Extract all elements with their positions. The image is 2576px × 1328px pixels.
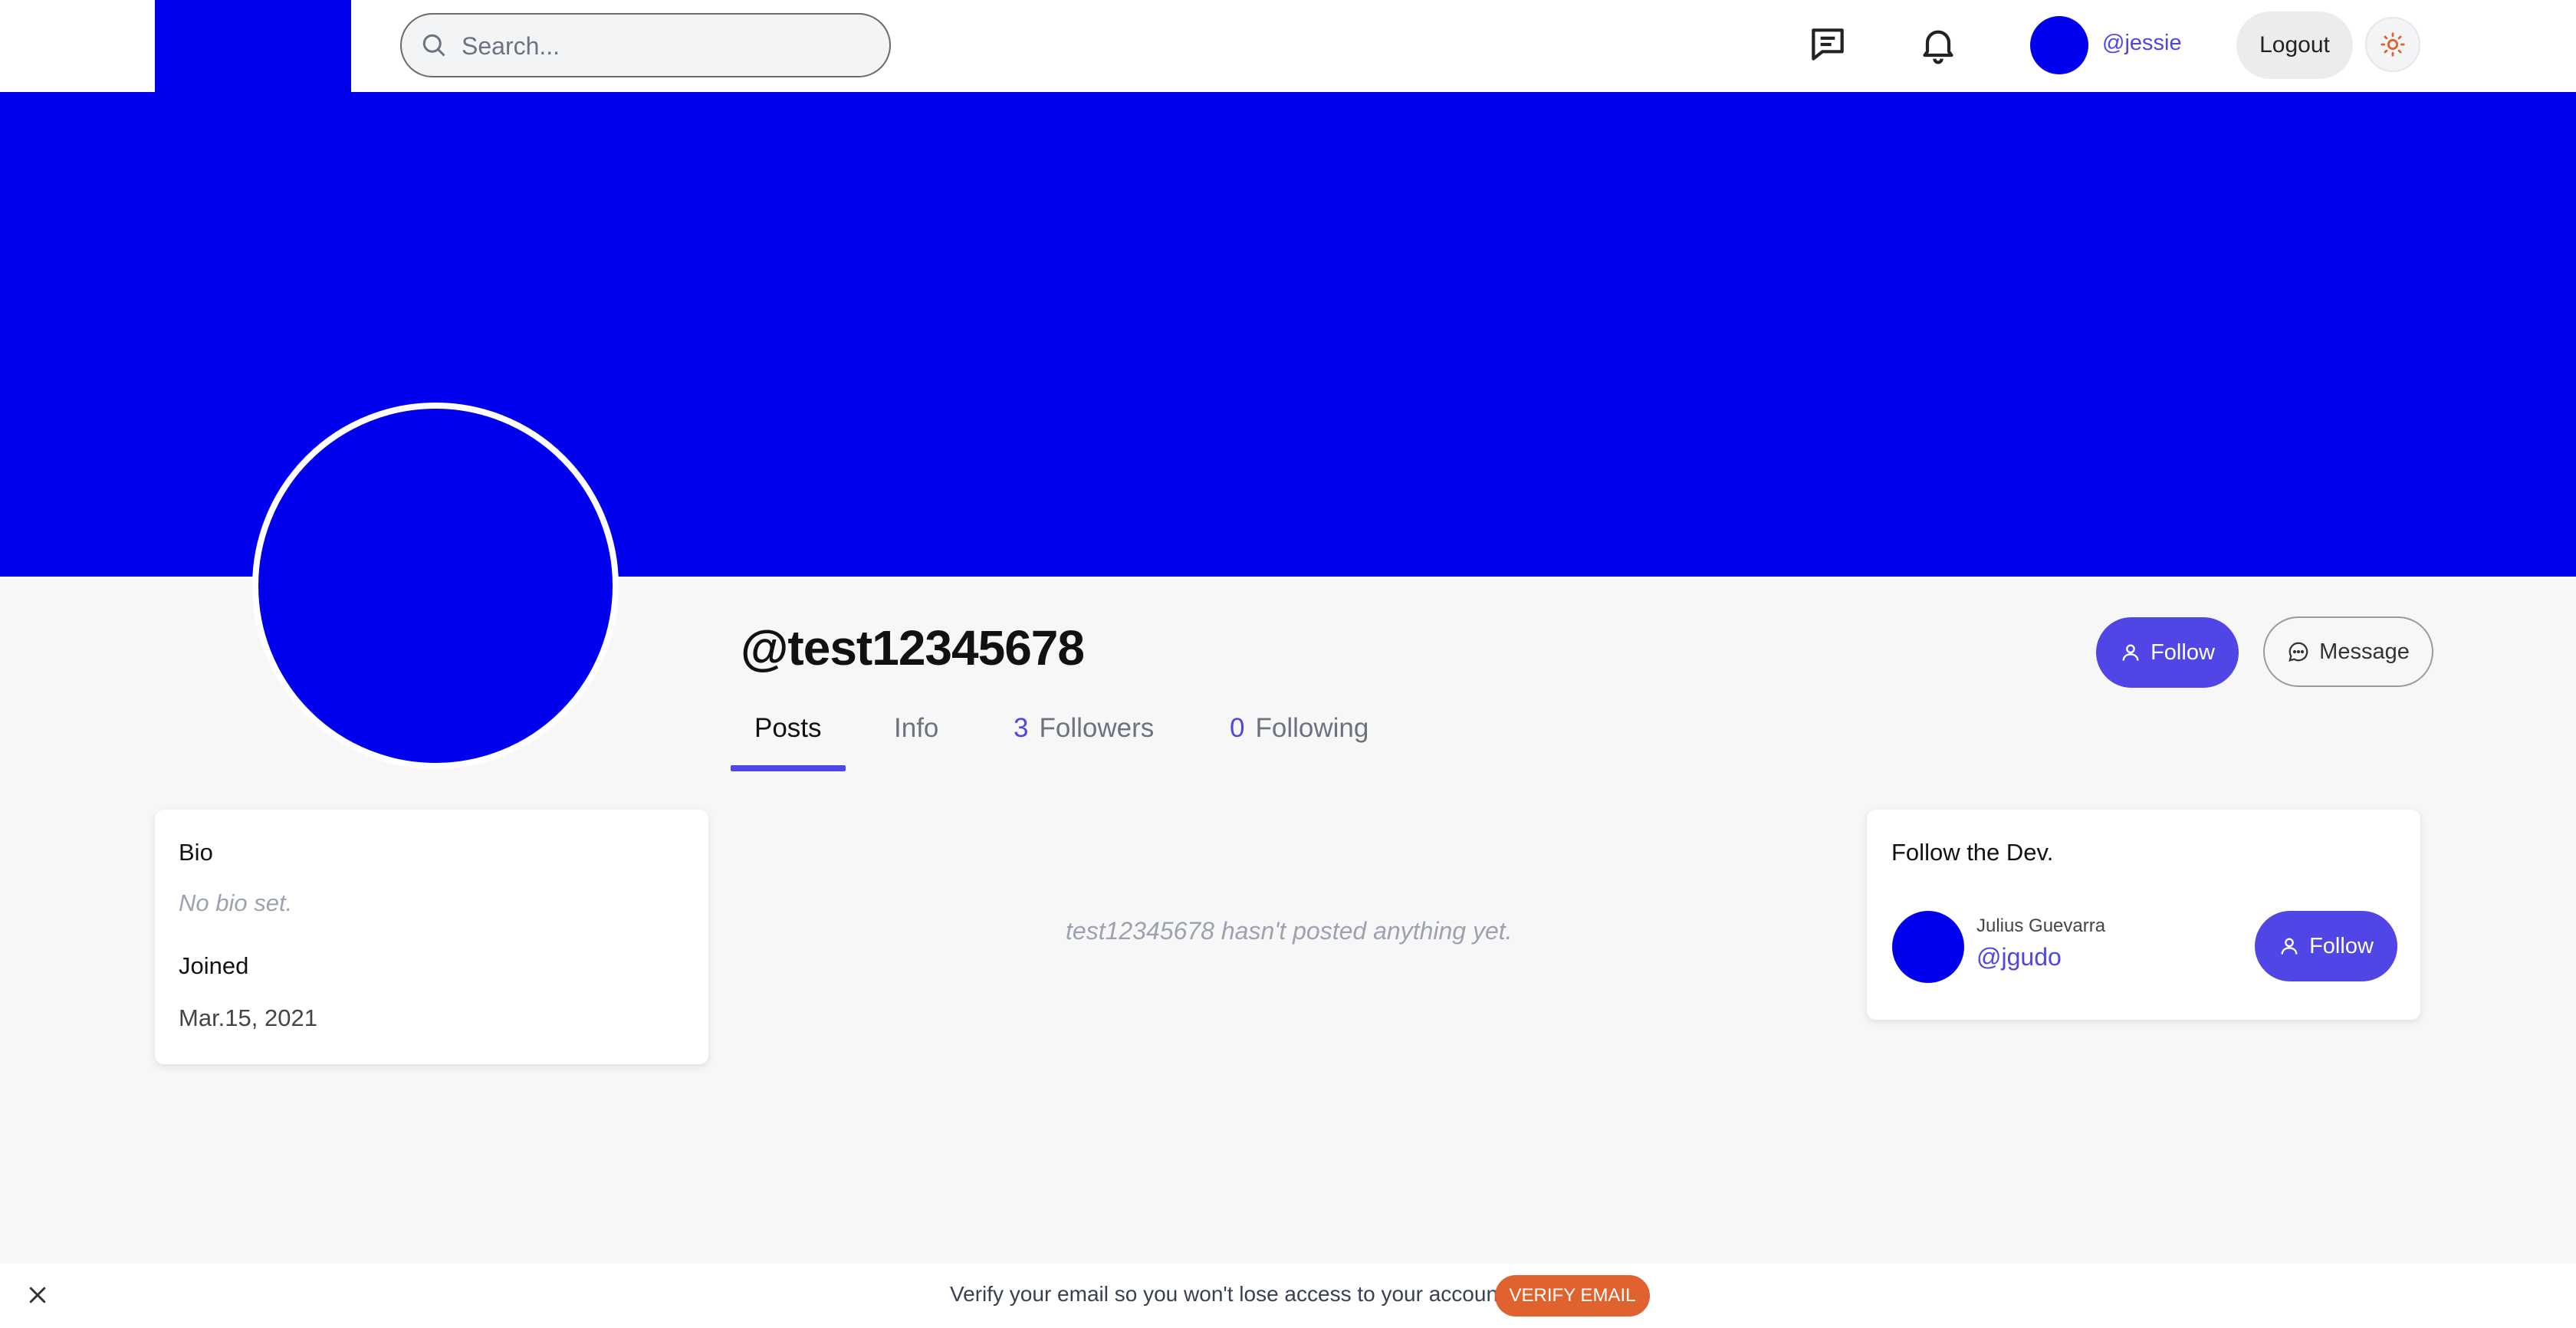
header-username[interactable]: @jessie bbox=[2102, 31, 2182, 56]
tab-following-label: Following bbox=[1255, 713, 1369, 743]
tab-info[interactable]: Info bbox=[894, 713, 938, 744]
profile-avatar bbox=[252, 403, 619, 769]
profile-handle: @test12345678 bbox=[741, 620, 1085, 676]
search-bar[interactable] bbox=[400, 13, 891, 77]
dev-name: Julius Guevarra bbox=[1976, 915, 2106, 936]
follow-dev-card: Follow the Dev. Julius Guevarra @jgudo F… bbox=[1867, 810, 2420, 1020]
message-button[interactable]: Message bbox=[2263, 616, 2433, 687]
tab-followers-label: Followers bbox=[1039, 713, 1155, 743]
close-icon[interactable] bbox=[26, 1284, 49, 1307]
search-input[interactable] bbox=[462, 25, 876, 67]
user-icon bbox=[2281, 938, 2298, 955]
message-label: Message bbox=[2319, 639, 2410, 664]
tab-info-label: Info bbox=[894, 713, 939, 743]
active-tab-indicator bbox=[731, 765, 846, 771]
bell-icon[interactable] bbox=[1917, 23, 1960, 66]
dev-follow-label: Follow bbox=[2309, 933, 2374, 958]
avatar[interactable] bbox=[2030, 16, 2088, 74]
verify-email-button[interactable]: VERIFY EMAIL bbox=[1495, 1275, 1650, 1316]
dev-avatar[interactable] bbox=[1892, 911, 1964, 983]
following-count: 0 bbox=[1230, 713, 1245, 743]
follow-button[interactable]: Follow bbox=[2096, 617, 2239, 688]
sun-icon bbox=[2380, 32, 2405, 57]
joined-date: Mar.15, 2021 bbox=[179, 1004, 317, 1031]
search-icon bbox=[422, 34, 445, 57]
tab-posts-label: Posts bbox=[754, 713, 822, 743]
message-icon bbox=[2288, 642, 2308, 662]
logout-button[interactable]: Logout bbox=[2236, 12, 2353, 79]
bio-card: Bio No bio set. Joined Mar.15, 2021 bbox=[155, 810, 708, 1064]
follow-label: Follow bbox=[2150, 639, 2215, 665]
dev-follow-button[interactable]: Follow bbox=[2255, 911, 2397, 981]
chat-icon[interactable] bbox=[1806, 23, 1849, 66]
bio-label: Bio bbox=[179, 839, 213, 866]
verify-message: Verify your email so you won't lose acce… bbox=[950, 1282, 1510, 1306]
joined-label: Joined bbox=[179, 952, 249, 979]
app-logo[interactable] bbox=[155, 0, 351, 92]
verify-email-label: VERIFY EMAIL bbox=[1509, 1285, 1636, 1306]
logout-label: Logout bbox=[2259, 32, 2330, 58]
follow-dev-title: Follow the Dev. bbox=[1891, 839, 2054, 866]
theme-toggle-button[interactable] bbox=[2365, 17, 2420, 72]
dev-handle[interactable]: @jgudo bbox=[1976, 943, 2062, 971]
user-icon bbox=[2122, 644, 2139, 661]
tab-posts[interactable]: Posts bbox=[754, 713, 822, 744]
tab-followers[interactable]: 3 Followers bbox=[1014, 713, 1154, 744]
bio-text: No bio set. bbox=[179, 889, 293, 916]
top-nav: @jessie Logout bbox=[0, 0, 2576, 92]
tab-following[interactable]: 0 Following bbox=[1230, 713, 1368, 744]
followers-count: 3 bbox=[1014, 713, 1029, 743]
empty-posts-message: test12345678 hasn't posted anything yet. bbox=[1066, 917, 1513, 945]
verify-email-banner: Verify your email so you won't lose acce… bbox=[0, 1264, 2576, 1328]
